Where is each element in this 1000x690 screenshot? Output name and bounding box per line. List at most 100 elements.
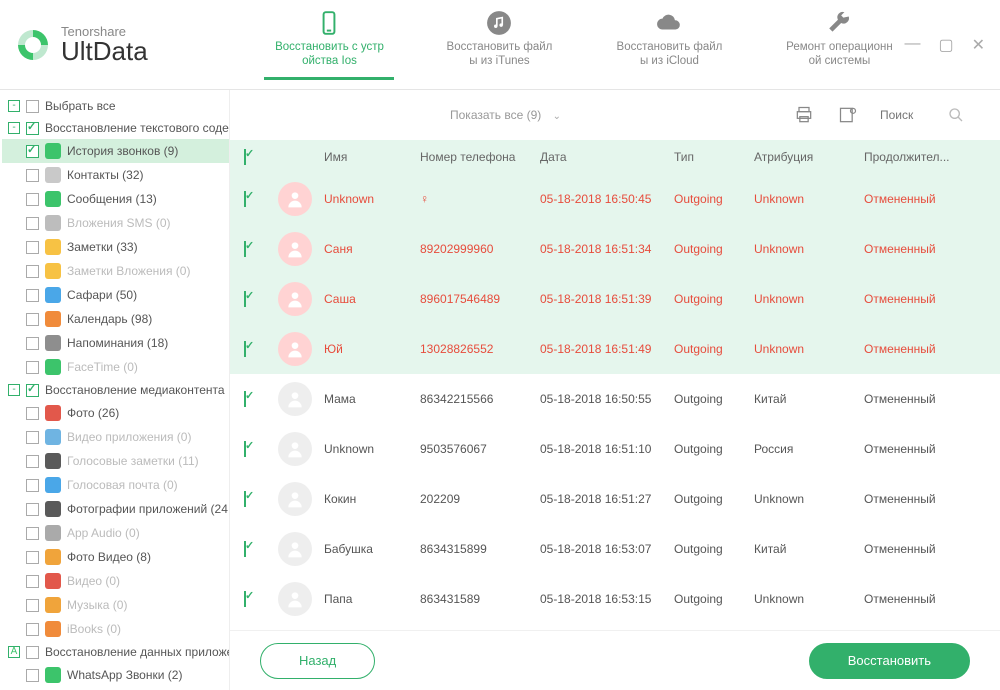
checkbox[interactable] <box>26 384 39 397</box>
nav-tab-3[interactable]: Ремонт операционной системы <box>774 9 904 80</box>
restore-button[interactable]: Восстановить <box>809 643 970 679</box>
nav-tab-0[interactable]: Восстановить с устройства Ios <box>264 9 394 80</box>
sidebar-item[interactable]: -Восстановление медиаконтента <box>2 379 229 401</box>
col-attr[interactable]: Атрибуция <box>754 150 864 164</box>
col-type[interactable]: Тип <box>674 150 754 164</box>
nav-tab-1[interactable]: Восстановить файлы из iTunes <box>434 9 564 80</box>
checkbox[interactable] <box>26 575 39 588</box>
checkbox[interactable] <box>26 623 39 636</box>
checkbox[interactable] <box>26 361 39 374</box>
sidebar-item[interactable]: История звонков (9) <box>2 139 229 163</box>
header-checkbox[interactable] <box>244 149 246 165</box>
checkbox[interactable] <box>26 669 39 682</box>
col-name[interactable]: Имя <box>324 150 420 164</box>
sidebar-item[interactable]: Фото (26) <box>2 401 229 425</box>
checkbox[interactable] <box>26 646 39 659</box>
checkbox[interactable] <box>26 217 39 230</box>
sidebar-item[interactable]: -Восстановление текстового содержи <box>2 117 229 139</box>
search-input[interactable] <box>880 108 940 122</box>
row-checkbox[interactable] <box>244 591 246 607</box>
select-all-checkbox[interactable] <box>26 100 39 113</box>
checkbox[interactable] <box>26 313 39 326</box>
cell-type: Outgoing <box>674 592 754 606</box>
row-checkbox[interactable] <box>244 291 246 307</box>
row-checkbox[interactable] <box>244 341 246 357</box>
checkbox[interactable] <box>26 455 39 468</box>
checkbox[interactable] <box>26 241 39 254</box>
content-area: Показать все (9) ⌄ Имя Номер телефона Д <box>230 90 1000 690</box>
close-icon[interactable]: ✕ <box>972 35 985 55</box>
maximize-icon[interactable]: ▢ <box>938 35 953 55</box>
select-all-item[interactable]: - Выбрать все <box>2 95 229 117</box>
table-row[interactable]: Юй1302882655205-18-2018 16:51:49Outgoing… <box>230 324 1000 374</box>
table-row[interactable]: Unknown950357606705-18-2018 16:51:10Outg… <box>230 424 1000 474</box>
table-row[interactable]: Саня8920299996005-18-2018 16:51:34Outgoi… <box>230 224 1000 274</box>
category-icon <box>45 143 61 159</box>
col-date[interactable]: Дата <box>540 150 674 164</box>
expand-icon[interactable]: - <box>8 122 20 134</box>
select-all-label: Выбрать все <box>45 99 116 113</box>
row-checkbox[interactable] <box>244 541 246 557</box>
row-checkbox[interactable] <box>244 491 246 507</box>
checkbox[interactable] <box>26 407 39 420</box>
checkbox[interactable] <box>26 122 39 135</box>
checkbox[interactable] <box>26 503 39 516</box>
row-checkbox[interactable] <box>244 191 246 207</box>
sidebar-item[interactable]: Сообщения (13) <box>2 187 229 211</box>
row-checkbox[interactable] <box>244 441 246 457</box>
sidebar-item[interactable]: Сафари (50) <box>2 283 229 307</box>
sidebar-label: Сафари (50) <box>67 288 137 302</box>
row-checkbox[interactable] <box>244 391 246 407</box>
checkbox[interactable] <box>26 265 39 278</box>
table-row[interactable]: Папа86343158905-18-2018 16:53:15Outgoing… <box>230 574 1000 624</box>
sidebar-item[interactable]: Календарь (98) <box>2 307 229 331</box>
col-phone[interactable]: Номер телефона <box>420 150 540 164</box>
checkbox[interactable] <box>26 289 39 302</box>
filter-dropdown[interactable]: Показать все (9) ⌄ <box>450 108 561 122</box>
sidebar-item[interactable]: Напоминания (18) <box>2 331 229 355</box>
table-row[interactable]: Кокин20220905-18-2018 16:51:27OutgoingUn… <box>230 474 1000 524</box>
sidebar-item[interactable]: WhatsApp Звонки (2) <box>2 663 229 687</box>
table-row[interactable]: Бабушка863431589905-18-2018 16:53:07Outg… <box>230 524 1000 574</box>
search-box[interactable] <box>880 107 980 123</box>
checkbox[interactable] <box>26 551 39 564</box>
sidebar-label: Календарь (98) <box>67 312 152 326</box>
settings-icon[interactable] <box>836 103 860 127</box>
cell-dur: Отмененный <box>864 542 1000 556</box>
table-row[interactable]: Мама8634221556605-18-2018 16:50:55Outgoi… <box>230 374 1000 424</box>
table-row[interactable]: Саша89601754648905-18-2018 16:51:39Outgo… <box>230 274 1000 324</box>
app-header: Tenorshare UltData Восстановить с устрой… <box>0 0 1000 90</box>
expand-icon[interactable]: A <box>8 646 20 658</box>
category-icon <box>45 667 61 683</box>
checkbox[interactable] <box>26 527 39 540</box>
checkbox[interactable] <box>26 599 39 612</box>
checkbox[interactable] <box>26 431 39 444</box>
sidebar-item[interactable]: Фото Видео (8) <box>2 545 229 569</box>
nav-tab-2[interactable]: Восстановить файлы из iCloud <box>604 9 734 80</box>
checkbox[interactable] <box>26 145 39 158</box>
expand-icon[interactable]: - <box>8 100 20 112</box>
print-icon[interactable] <box>792 103 816 127</box>
checkbox[interactable] <box>26 169 39 182</box>
minimize-icon[interactable]: — <box>904 35 920 55</box>
sidebar-item[interactable]: Фотографии приложений (24 <box>2 497 229 521</box>
cell-phone: 9503576067 <box>420 442 540 456</box>
cell-phone: 8634315899 <box>420 542 540 556</box>
cell-dur: Отмененный <box>864 242 1000 256</box>
sidebar[interactable]: - Выбрать все -Восстановление текстового… <box>0 90 230 690</box>
sidebar-item[interactable]: AВосстановление данных приложений <box>2 641 229 663</box>
checkbox[interactable] <box>26 479 39 492</box>
category-icon <box>45 405 61 421</box>
sidebar-item[interactable]: Контакты (32) <box>2 163 229 187</box>
category-icon <box>45 477 61 493</box>
cell-name: Мама <box>324 392 420 406</box>
checkbox[interactable] <box>26 337 39 350</box>
table-row[interactable]: Unknown♀05-18-2018 16:50:45OutgoingUnkno… <box>230 174 1000 224</box>
col-dur[interactable]: Продолжител... <box>864 150 1000 164</box>
sidebar-item[interactable]: Заметки (33) <box>2 235 229 259</box>
category-icon <box>45 167 61 183</box>
checkbox[interactable] <box>26 193 39 206</box>
back-button[interactable]: Назад <box>260 643 375 679</box>
expand-icon[interactable]: - <box>8 384 20 396</box>
row-checkbox[interactable] <box>244 241 246 257</box>
